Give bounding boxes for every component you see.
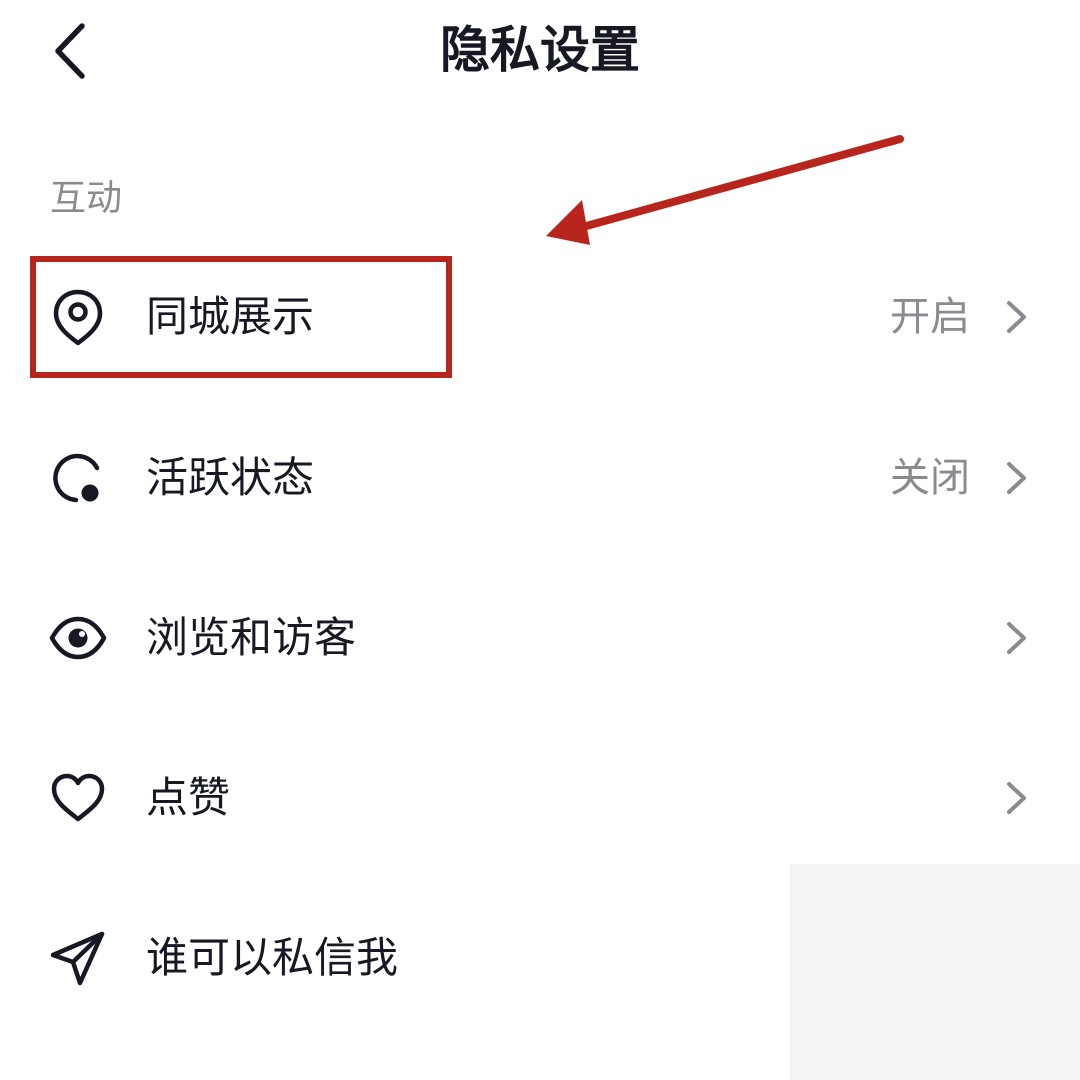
setting-row-label: 点赞 xyxy=(146,773,231,822)
send-icon xyxy=(50,931,105,986)
setting-row-label: 活跃状态 xyxy=(146,453,315,502)
header-bar: 隐私设置 xyxy=(0,0,1080,110)
location-pin-icon xyxy=(53,289,103,346)
setting-row-label: 浏览和访客 xyxy=(146,613,357,662)
setting-row-views-visitors[interactable]: 浏览和访客 xyxy=(0,578,1080,698)
setting-row-nearby-display[interactable]: 同城展示 开启 xyxy=(0,257,1080,377)
heart-icon xyxy=(51,773,105,822)
setting-row-activity-status[interactable]: 活跃状态 关闭 xyxy=(0,418,1080,538)
chevron-right-icon xyxy=(1007,622,1026,654)
chevron-right-icon xyxy=(1007,301,1026,333)
page-title: 隐私设置 xyxy=(440,21,640,79)
setting-row-label: 谁可以私信我 xyxy=(146,933,399,982)
chevron-right-icon xyxy=(1007,782,1026,814)
eye-icon xyxy=(49,616,107,660)
activity-status-icon xyxy=(53,453,100,503)
setting-row-likes[interactable]: 点赞 xyxy=(0,738,1080,858)
setting-row-label: 同城展示 xyxy=(146,292,315,341)
setting-row-value: 关闭 xyxy=(890,455,970,501)
setting-row-value: 开启 xyxy=(890,294,970,340)
chevron-right-icon xyxy=(1007,462,1026,494)
setting-row-who-can-message[interactable]: 谁可以私信我 xyxy=(0,898,1080,1018)
section-label-interaction: 互动 xyxy=(50,178,123,219)
